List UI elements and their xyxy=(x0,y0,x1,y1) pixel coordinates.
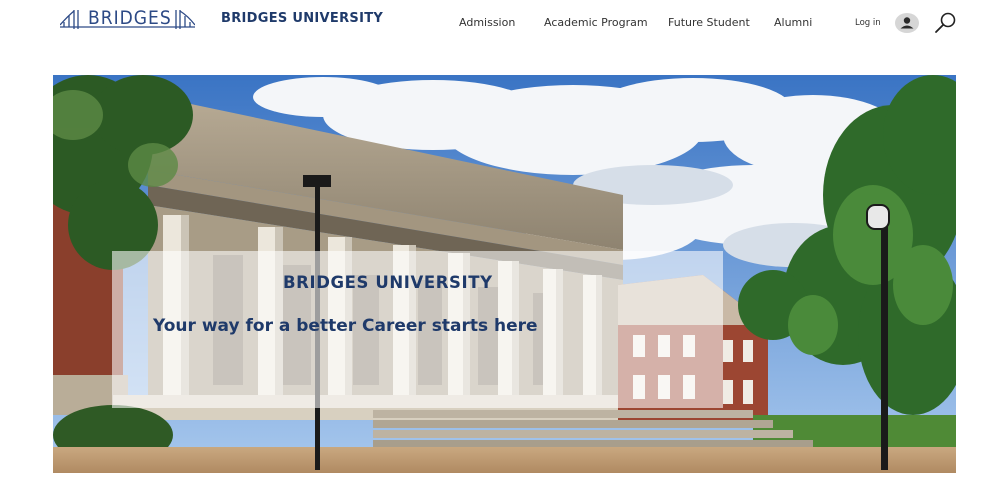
bridges-logo[interactable]: BRIDGES xyxy=(59,6,196,32)
logo-text: BRIDGES xyxy=(88,7,172,29)
hero-banner: BRIDGES UNIVERSITY Your way for a better… xyxy=(53,75,956,473)
search-button[interactable] xyxy=(934,11,958,35)
nav-item-academic-program[interactable]: Academic Program xyxy=(544,16,648,29)
hero-title: BRIDGES UNIVERSITY xyxy=(283,273,493,292)
hero-tagline: Your way for a better Career starts here xyxy=(153,316,538,336)
search-icon xyxy=(935,12,956,33)
nav-item-admission[interactable]: Admission xyxy=(459,16,515,29)
user-avatar-button[interactable] xyxy=(895,13,919,33)
site-header: BRIDGES BRIDGES UNIVERSITY Admission Aca… xyxy=(0,0,1000,50)
brand-name[interactable]: BRIDGES UNIVERSITY xyxy=(221,11,383,26)
nav-item-future-student[interactable]: Future Student xyxy=(668,16,750,29)
login-link[interactable]: Log in xyxy=(855,18,881,28)
user-icon xyxy=(895,13,919,33)
nav-item-alumni[interactable]: Alumni xyxy=(774,16,812,29)
